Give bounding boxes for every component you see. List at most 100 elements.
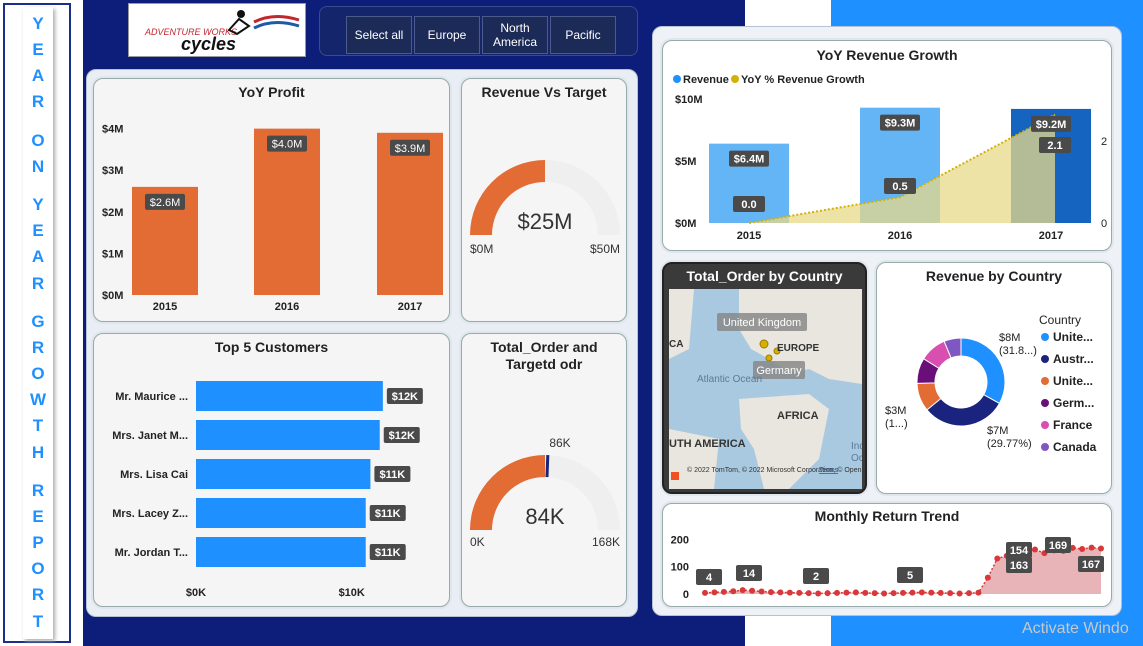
world-map[interactable]: United Kingdom Germany EUROPE Atlantic O… [669, 289, 862, 489]
return-point[interactable] [786, 589, 793, 596]
cyclist-icon [237, 10, 245, 18]
return-point[interactable] [900, 589, 906, 596]
return-data-label: 167 [1082, 559, 1100, 571]
legend-item[interactable]: France [1053, 418, 1093, 432]
slicer-pacific[interactable]: Pacific [550, 16, 616, 54]
growth-data-label: 0.5 [892, 181, 907, 193]
customer-bar[interactable] [196, 420, 380, 450]
return-point[interactable] [739, 587, 746, 594]
return-point[interactable] [749, 587, 756, 594]
title-letter [36, 120, 41, 124]
title-letter: R [31, 338, 45, 358]
title-letter: R [31, 92, 45, 112]
title-letter: T [32, 416, 44, 436]
customer-bar[interactable] [196, 498, 366, 528]
return-point[interactable] [711, 589, 718, 596]
profit-bar[interactable] [254, 128, 320, 295]
return-point[interactable] [984, 574, 991, 581]
customer-bar[interactable] [196, 537, 366, 567]
legend-revenue[interactable]: Revenue [683, 74, 729, 86]
title-letter: R [31, 585, 45, 605]
return-point[interactable] [881, 590, 888, 597]
return-point[interactable] [890, 590, 897, 597]
return-point[interactable] [1098, 545, 1104, 552]
return-point[interactable] [994, 555, 1001, 562]
map-terms-link[interactable]: Terms [819, 467, 839, 474]
title-letter: Y [32, 195, 44, 215]
return-point[interactable] [758, 588, 765, 595]
return-point[interactable] [1079, 546, 1086, 552]
slicer-north-america[interactable]: North America [482, 16, 548, 54]
title-letter [36, 470, 41, 474]
legend-growth-marker [731, 75, 739, 83]
return-point[interactable] [843, 589, 850, 596]
return-point[interactable] [824, 590, 831, 597]
return-point[interactable] [777, 589, 784, 596]
return-point[interactable] [928, 589, 935, 596]
y-tick-label: 100 [671, 562, 689, 574]
y-tick-label: $3M [102, 165, 123, 177]
return-point[interactable] [937, 589, 944, 596]
return-point[interactable] [852, 589, 859, 596]
return-point[interactable] [947, 590, 954, 597]
customer-name: Mr. Maurice ... [115, 391, 188, 403]
legend-item[interactable]: Unite... [1053, 374, 1093, 388]
report-title-panel: YEAR ON YEAR GROWTH REPORT [3, 3, 71, 643]
x-tick-label: 2016 [888, 230, 912, 242]
ind-label: Ind [851, 441, 862, 452]
return-point[interactable] [1088, 544, 1095, 551]
y-tick-label: $0M [102, 290, 123, 302]
return-point[interactable] [909, 589, 916, 596]
return-point[interactable] [918, 589, 925, 596]
return-point[interactable] [796, 589, 803, 596]
return-point[interactable] [720, 588, 727, 595]
title-letter: W [29, 390, 47, 410]
return-point[interactable] [805, 590, 812, 597]
uk-bubble[interactable] [759, 339, 769, 349]
map-title: Total_Order by Country [686, 268, 843, 284]
return-point[interactable] [966, 590, 972, 597]
return-point[interactable] [768, 589, 774, 596]
return-point[interactable] [815, 590, 822, 597]
germany-bubble[interactable] [765, 354, 773, 362]
title-letter: H [31, 442, 45, 462]
title-letter: A [31, 66, 45, 86]
customer-bar[interactable] [196, 459, 371, 489]
callout-top-sub: (31.8...) [999, 345, 1037, 357]
legend-item[interactable]: Austr... [1053, 352, 1094, 366]
return-point[interactable] [702, 589, 708, 596]
title-letter: P [32, 533, 44, 553]
microsoft-icon [671, 472, 679, 480]
growth-data-label: 2.1 [1047, 140, 1062, 152]
gauge-min: $0M [470, 242, 493, 256]
return-point[interactable] [1032, 546, 1038, 553]
legend-item[interactable]: Unite... [1053, 330, 1093, 344]
return-point[interactable] [862, 589, 869, 596]
slicer-europe[interactable]: Europe [414, 16, 480, 54]
activation-watermark: Activate Windo [1022, 620, 1129, 637]
title-letter [36, 301, 41, 305]
return-data-label: 4 [706, 572, 713, 584]
africa-label: AFRICA [777, 410, 819, 422]
customer-bar[interactable] [196, 381, 383, 411]
return-data-label: 2 [813, 571, 819, 583]
x-tick-label: 2015 [153, 301, 177, 313]
title-letter: R [31, 480, 45, 500]
legend-item[interactable]: Canada [1053, 440, 1097, 454]
yoy-profit-chart: $0M $1M $2M $3M $4M $2.6M 2015 $4.0M 2016 $3.9M 20… [102, 124, 443, 313]
return-point[interactable] [975, 589, 982, 596]
legend-item[interactable]: Germ... [1053, 396, 1094, 410]
profit-bar[interactable] [377, 132, 443, 295]
return-point[interactable] [956, 590, 963, 597]
return-point[interactable] [871, 590, 878, 597]
legend-growth[interactable]: YoY % Revenue Growth [741, 74, 865, 86]
x-tick-label: 2017 [398, 301, 422, 313]
yoy-revenue-chart: Revenue YoY % Revenue Growth $0M $5M $10M 2 0 $… [673, 74, 1107, 242]
x-tick-label: 2017 [1039, 230, 1063, 242]
profit-data-label: $4.0M [272, 139, 303, 151]
slicer-select-all[interactable]: Select all [346, 16, 412, 54]
y-tick-label: $2M [102, 207, 123, 219]
return-point[interactable] [834, 589, 840, 596]
revenue-data-label: $9.3M [885, 118, 916, 130]
return-point[interactable] [730, 588, 737, 595]
